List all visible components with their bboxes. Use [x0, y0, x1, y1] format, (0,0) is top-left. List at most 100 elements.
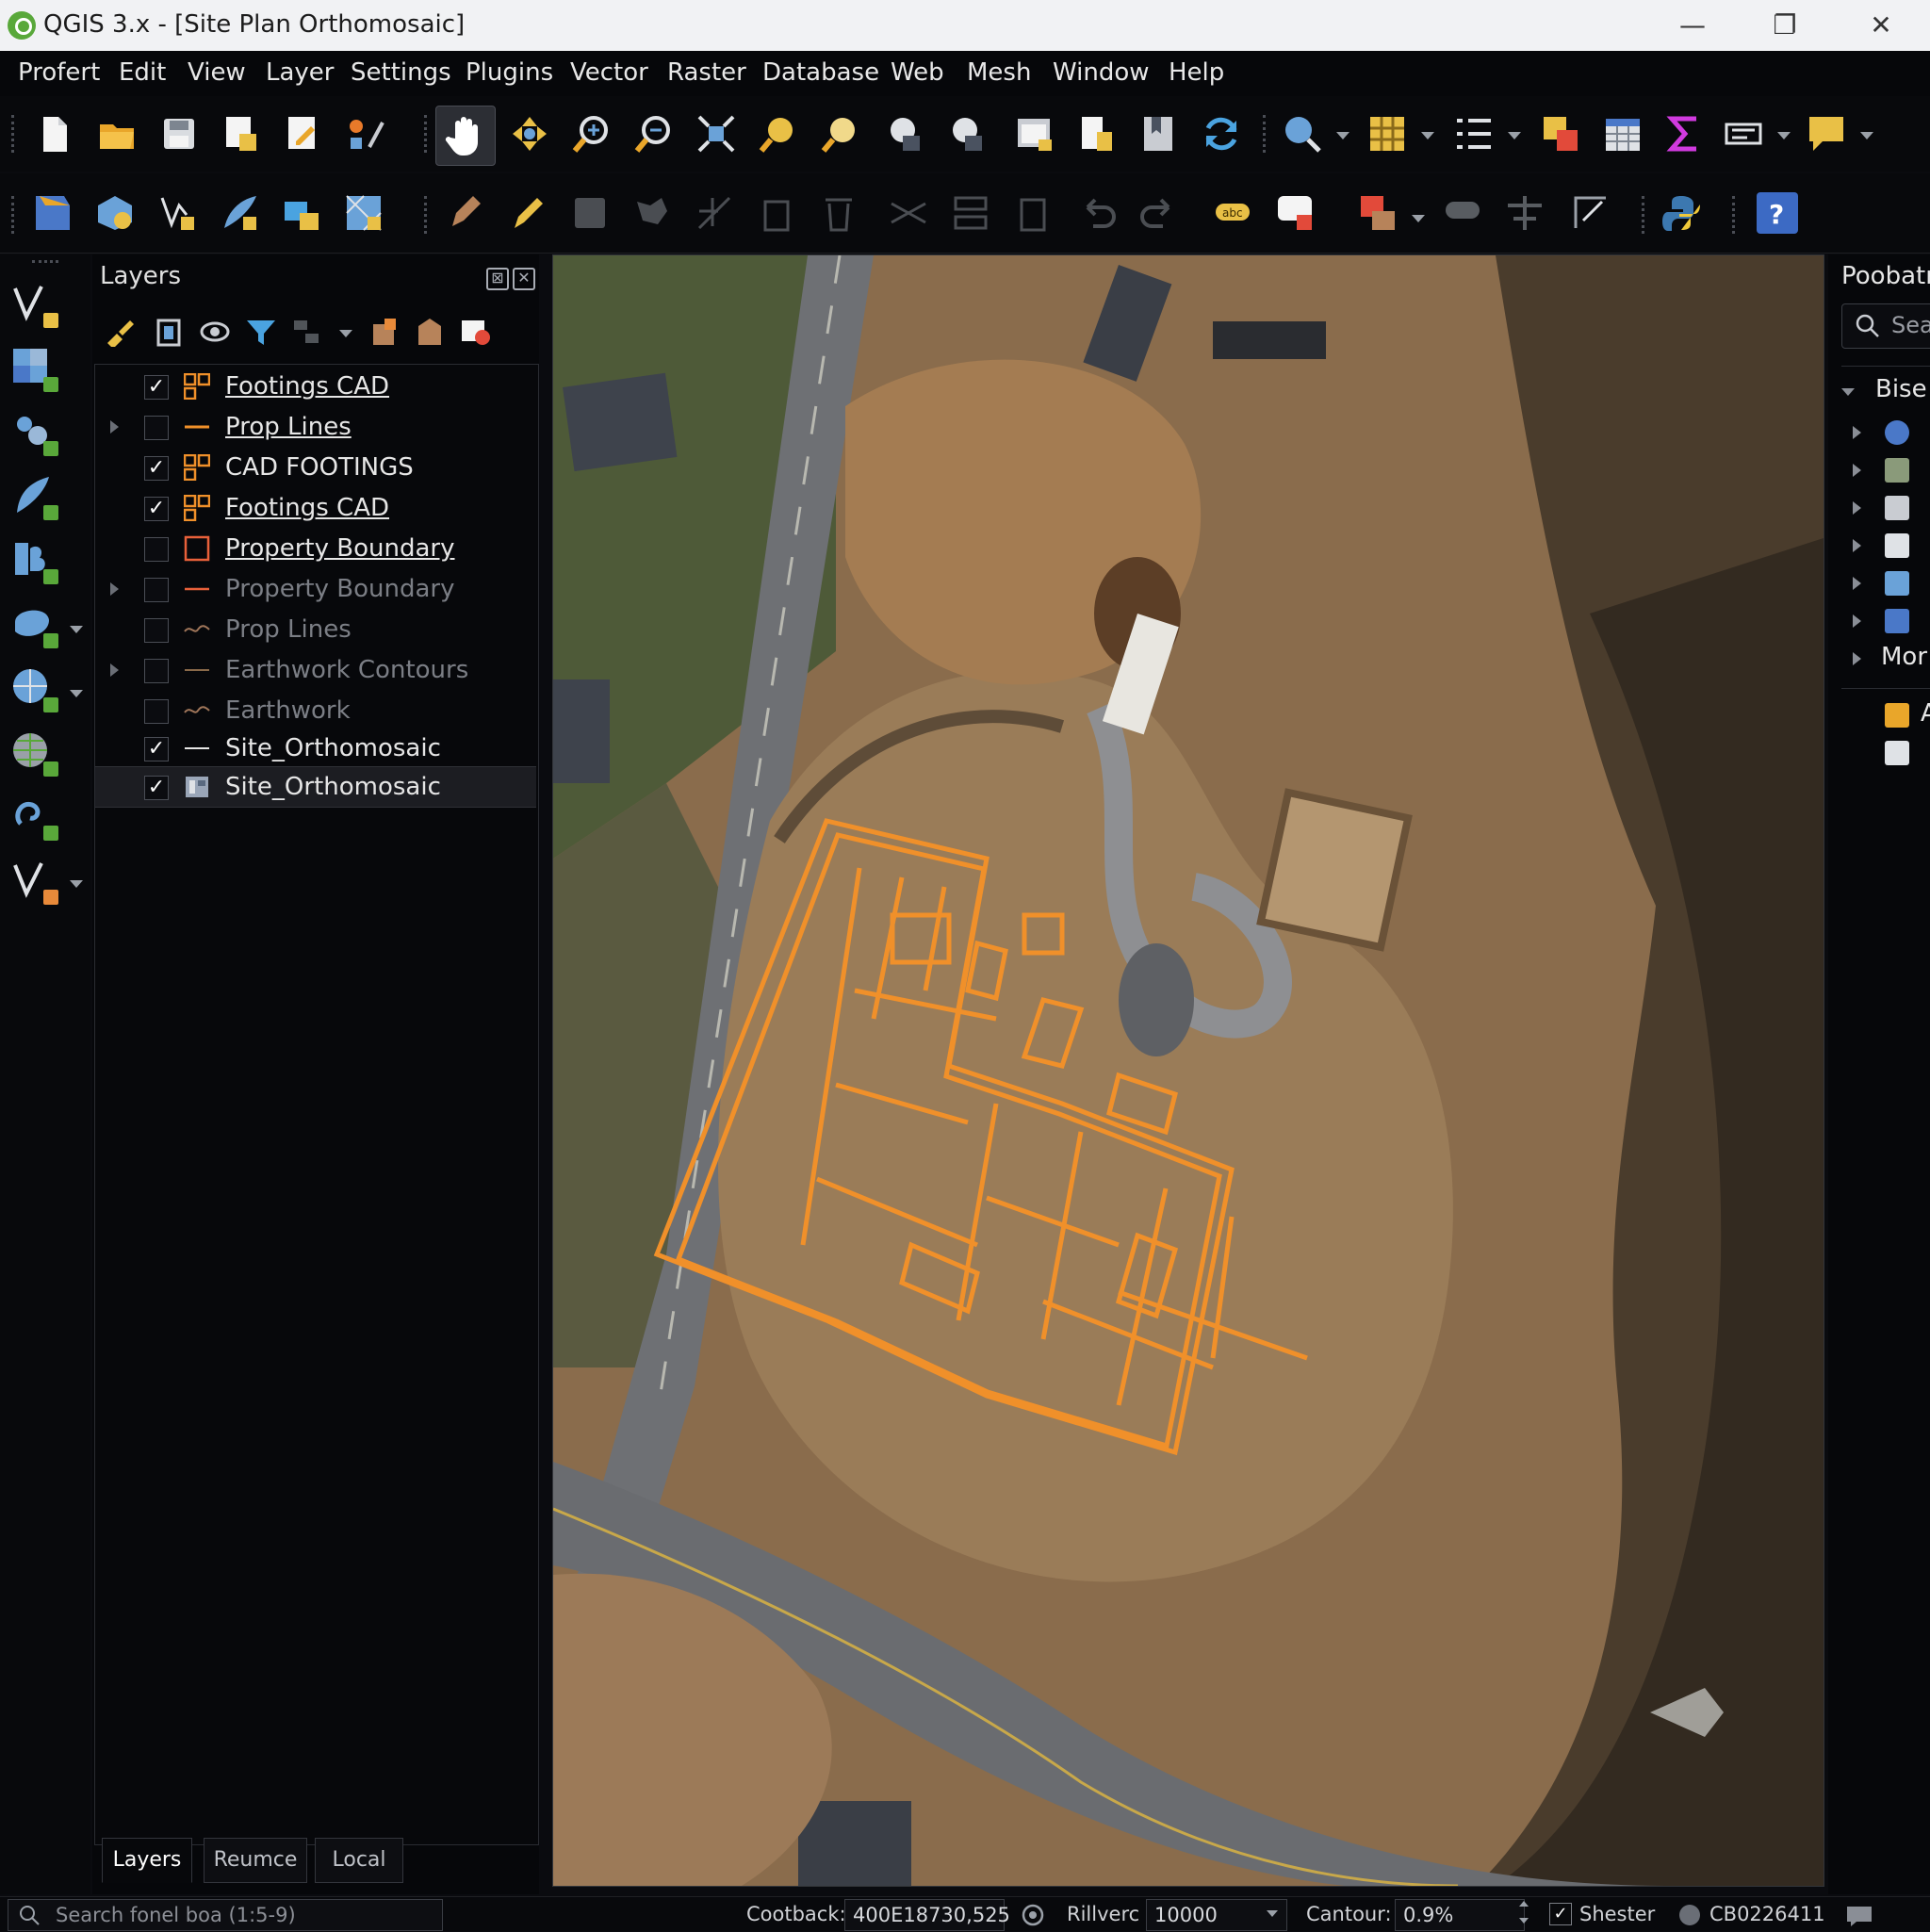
show-bookmarks-icon[interactable] [1138, 113, 1180, 155]
add-feature-icon[interactable] [631, 192, 673, 234]
layer-row-footings-cad-2[interactable]: ✓ Footings CAD [95, 488, 536, 528]
collapse-all-icon[interactable] [415, 317, 447, 347]
style-manager-icon[interactable] [345, 113, 386, 155]
zoom-to-layer-icon[interactable] [820, 113, 861, 155]
add-raster-layer-icon[interactable] [11, 347, 58, 392]
layer-visibility-checkbox[interactable]: ✓ [144, 456, 169, 481]
menu-help[interactable]: Help [1169, 58, 1224, 87]
layer-visibility-checkbox[interactable] [144, 699, 169, 724]
add-group-icon[interactable] [153, 317, 185, 347]
identify-features-icon[interactable] [1282, 113, 1323, 155]
collapse-arrow-icon[interactable] [1841, 388, 1855, 396]
lock-scale-icon[interactable] [1020, 1903, 1046, 1932]
menu-mesh[interactable]: Mesh [967, 58, 1031, 87]
messages-icon[interactable] [1845, 1903, 1873, 1932]
delete-selected-icon[interactable] [756, 192, 797, 234]
locator-search-input[interactable]: Search fonel boa (1:5-9) [8, 1899, 443, 1931]
tab-local[interactable]: Local [315, 1838, 403, 1883]
toolbar-grip[interactable] [11, 196, 18, 234]
expand-arrow-icon[interactable] [1853, 426, 1861, 439]
layer-row-site-orthomosaic-line[interactable]: ✓ Site_Orthomosaic [95, 729, 536, 768]
help-icon[interactable]: ? [1757, 192, 1798, 234]
zoom-native-icon[interactable] [882, 113, 924, 155]
expand-arrow-icon[interactable] [110, 663, 119, 677]
menu-layer[interactable]: Layer [266, 58, 335, 87]
expand-arrow-icon[interactable] [1853, 577, 1861, 590]
menu-project[interactable]: Profert [18, 58, 100, 87]
open-table-icon[interactable] [1602, 113, 1644, 155]
paste-features-icon[interactable] [1012, 192, 1054, 234]
layer-visibility-checkbox[interactable] [144, 537, 169, 562]
float-panel-button[interactable]: ⊠ [486, 268, 509, 290]
layer-row-cad-footings[interactable]: ✓ CAD FOOTINGS [95, 448, 536, 487]
rotation-field[interactable]: 0.9% [1395, 1899, 1525, 1931]
label-tool-icon[interactable]: abc [1212, 192, 1253, 234]
expand-arrow-icon[interactable] [1853, 539, 1861, 552]
open-layer-styling-icon[interactable] [104, 317, 136, 349]
new-mesh-layer-icon[interactable] [343, 192, 384, 234]
menu-edit[interactable]: Edit [119, 58, 166, 87]
add-mesh-layer-icon[interactable] [11, 411, 58, 456]
crs-value[interactable]: CB0226411 [1709, 1903, 1825, 1925]
trash-icon[interactable] [818, 192, 859, 234]
refresh-icon[interactable] [1201, 113, 1242, 155]
measure-dropdown-icon[interactable] [1777, 132, 1791, 139]
open-project-icon[interactable] [96, 113, 138, 155]
copy-features-icon[interactable] [950, 192, 991, 234]
annotation-dropdown-icon[interactable] [1860, 132, 1873, 139]
new-shapefile-icon[interactable] [156, 192, 198, 234]
manage-map-themes-icon[interactable] [200, 317, 232, 347]
zoom-out-icon[interactable] [633, 113, 675, 155]
layer-row-property-boundary[interactable]: Property Boundary [95, 529, 536, 568]
diagram-dropdown-icon[interactable] [1412, 215, 1425, 222]
add-wfs-layer-icon[interactable] [11, 667, 58, 712]
add-spatialite-icon[interactable] [11, 539, 58, 584]
layer-row-earthwork-contours[interactable]: Earthwork Contours [95, 650, 536, 690]
select-features-icon[interactable] [1366, 113, 1408, 155]
menu-database[interactable]: Database [762, 58, 879, 87]
layer-visibility-checkbox[interactable]: ✓ [144, 375, 169, 400]
deselect-icon[interactable] [1540, 113, 1581, 155]
expand-all-icon[interactable] [369, 317, 401, 347]
layer-visibility-checkbox[interactable] [144, 578, 169, 602]
rotate-label-icon[interactable] [1570, 192, 1611, 234]
add-vector-layer-icon[interactable] [11, 283, 58, 328]
toolbar-grip[interactable] [1732, 196, 1739, 234]
coordinate-field[interactable]: 400E18730,525 [844, 1899, 1010, 1931]
browser-extra-item[interactable]: A [1853, 699, 1930, 733]
spin-up-icon[interactable] [1519, 1901, 1529, 1907]
pan-map-icon[interactable] [435, 106, 496, 166]
menu-view[interactable]: View [188, 58, 246, 87]
python-console-icon[interactable] [1660, 192, 1702, 234]
current-edits-icon[interactable] [445, 192, 486, 234]
new-vector-layer-icon[interactable] [11, 860, 58, 905]
zoom-last-icon[interactable] [944, 113, 986, 155]
layer-row-property-boundary-2[interactable]: Property Boundary [95, 569, 536, 609]
attribute-table-icon[interactable] [1453, 113, 1495, 155]
cut-features-icon[interactable] [888, 192, 929, 234]
zoom-to-selection-icon[interactable] [758, 113, 799, 155]
wfs-dropdown-icon[interactable] [70, 690, 83, 697]
toggle-editing-pencil-icon[interactable] [507, 192, 548, 234]
expand-arrow-icon[interactable] [1853, 501, 1861, 515]
expand-arrow-icon[interactable] [1853, 614, 1861, 628]
wms-dropdown-icon[interactable] [70, 626, 83, 633]
map-canvas[interactable] [552, 254, 1824, 1887]
expand-arrow-icon[interactable] [1853, 652, 1861, 665]
menu-web[interactable]: Web [891, 58, 944, 87]
add-vector-tile-icon[interactable] [11, 795, 58, 841]
layer-row-footings-cad[interactable]: ✓ Footings CAD [95, 367, 536, 406]
minimize-button[interactable]: — [1664, 6, 1721, 45]
layer-visibility-checkbox[interactable]: ✓ [144, 737, 169, 761]
layer-visibility-checkbox[interactable] [144, 618, 169, 643]
save-edits-icon[interactable] [569, 192, 611, 234]
add-xyz-layer-icon[interactable] [11, 731, 58, 777]
diagram-icon[interactable] [1357, 192, 1398, 234]
new-temporary-layer-icon[interactable] [219, 192, 260, 234]
pin-labels-icon[interactable] [1442, 192, 1483, 234]
render-checkbox[interactable]: ✓ [1549, 1903, 1572, 1925]
print-layout-icon[interactable] [283, 113, 324, 155]
scale-dropdown-icon[interactable] [1267, 1910, 1278, 1917]
new-virtual-layer-icon[interactable] [281, 192, 322, 234]
browser-group-row[interactable]: Bise [1841, 375, 1930, 409]
